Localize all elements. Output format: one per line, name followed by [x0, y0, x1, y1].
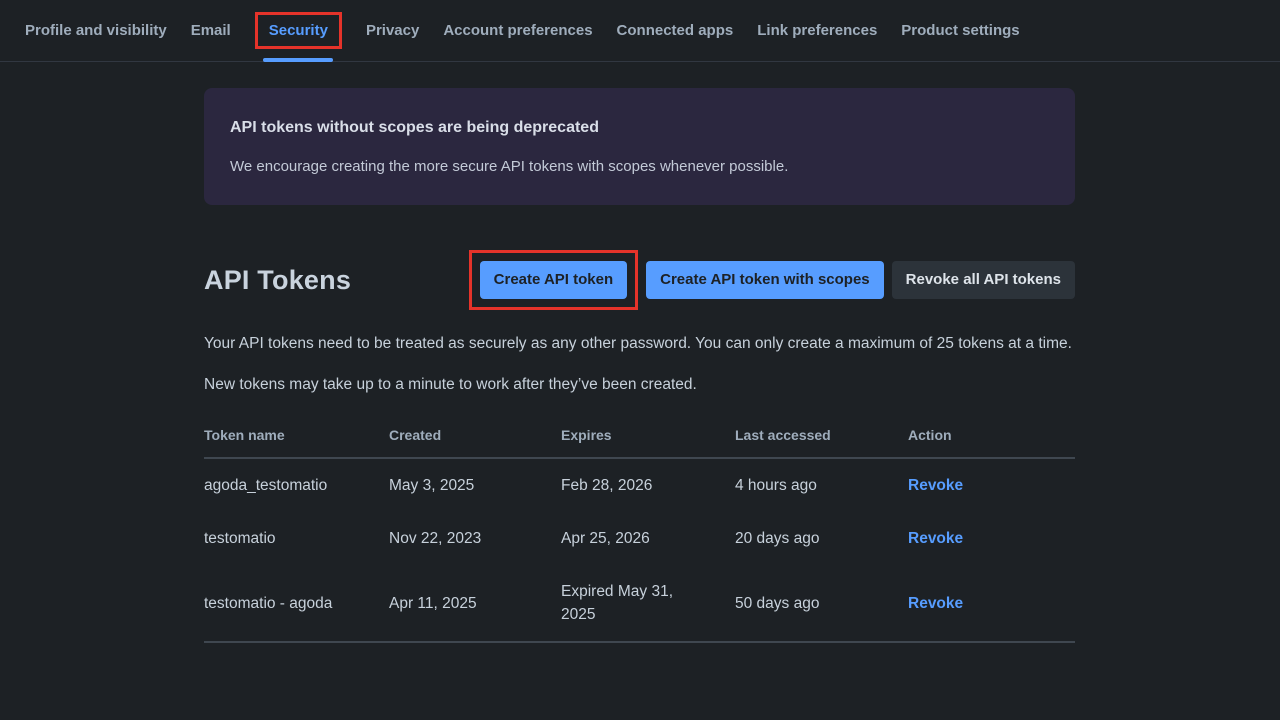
expires-value: Expired May 31, 2025 — [561, 580, 691, 626]
table-row: agoda_testomatio May 3, 2025 Feb 28, 202… — [204, 458, 1075, 512]
annotation-box-security: Security — [255, 12, 342, 49]
page-title: API Tokens — [204, 265, 351, 296]
tab-privacy[interactable]: Privacy — [366, 0, 419, 61]
tab-product-settings[interactable]: Product settings — [901, 0, 1019, 61]
revoke-link[interactable]: Revoke — [908, 530, 963, 547]
column-header-action: Action — [908, 427, 1075, 458]
tab-label: Account preferences — [443, 22, 592, 39]
active-tab-underline — [263, 58, 333, 62]
tab-link-preferences[interactable]: Link preferences — [757, 0, 877, 61]
revoke-link[interactable]: Revoke — [908, 595, 963, 612]
column-header-created: Created — [389, 427, 561, 458]
tab-label: Profile and visibility — [25, 22, 167, 39]
last-accessed-cell: 4 hours ago — [735, 458, 908, 512]
table-header-row: Token name Created Expires Last accessed… — [204, 427, 1075, 458]
expires-cell: Apr 25, 2026 — [561, 512, 735, 565]
tab-label: Email — [191, 22, 231, 39]
revoke-link[interactable]: Revoke — [908, 477, 963, 494]
token-name-cell: testomatio — [204, 512, 389, 565]
tab-label: Connected apps — [617, 22, 734, 39]
api-tokens-description: Your API tokens need to be treated as se… — [204, 332, 1075, 356]
tab-label: Privacy — [366, 22, 419, 39]
created-cell: May 3, 2025 — [389, 458, 561, 512]
create-api-token-with-scopes-button[interactable]: Create API token with scopes — [646, 261, 884, 299]
tab-account-preferences[interactable]: Account preferences — [443, 0, 592, 61]
expires-value: Apr 25, 2026 — [561, 527, 691, 550]
security-settings-content: API tokens without scopes are being depr… — [204, 62, 1075, 643]
expires-cell: Expired May 31, 2025 — [561, 565, 735, 642]
action-cell: Revoke — [908, 565, 1075, 642]
tab-security[interactable]: Security — [255, 0, 342, 61]
tab-profile-and-visibility[interactable]: Profile and visibility — [25, 0, 167, 61]
expires-cell: Feb 28, 2026 — [561, 458, 735, 512]
settings-tab-bar: Profile and visibility Email Security Pr… — [0, 0, 1280, 62]
column-header-expires: Expires — [561, 427, 735, 458]
table-row: testomatio - agoda Apr 11, 2025 Expired … — [204, 565, 1075, 642]
action-cell: Revoke — [908, 512, 1075, 565]
revoke-all-api-tokens-button[interactable]: Revoke all API tokens — [892, 261, 1075, 299]
expires-value: Feb 28, 2026 — [561, 474, 691, 497]
created-cell: Apr 11, 2025 — [389, 565, 561, 642]
api-token-actions: Create API token Create API token with s… — [469, 250, 1075, 310]
tab-label: Link preferences — [757, 22, 877, 39]
token-name-cell: testomatio - agoda — [204, 565, 389, 642]
tab-label: Security — [269, 22, 328, 39]
api-tokens-table: Token name Created Expires Last accessed… — [204, 427, 1075, 643]
banner-title: API tokens without scopes are being depr… — [230, 119, 1049, 137]
tab-label: Product settings — [901, 22, 1019, 39]
api-tokens-header: API Tokens Create API token Create API t… — [204, 250, 1075, 310]
annotation-box-create-api-token: Create API token — [469, 250, 638, 310]
column-header-token-name: Token name — [204, 427, 389, 458]
action-cell: Revoke — [908, 458, 1075, 512]
created-cell: Nov 22, 2023 — [389, 512, 561, 565]
tab-connected-apps[interactable]: Connected apps — [617, 0, 734, 61]
token-name-cell: agoda_testomatio — [204, 458, 389, 512]
last-accessed-cell: 50 days ago — [735, 565, 908, 642]
column-header-last-accessed: Last accessed — [735, 427, 908, 458]
last-accessed-cell: 20 days ago — [735, 512, 908, 565]
deprecation-banner: API tokens without scopes are being depr… — [204, 88, 1075, 205]
table-row: testomatio Nov 22, 2023 Apr 25, 2026 20 … — [204, 512, 1075, 565]
create-api-token-button[interactable]: Create API token — [480, 261, 627, 299]
api-tokens-note: New tokens may take up to a minute to wo… — [204, 373, 1075, 397]
tab-email[interactable]: Email — [191, 0, 231, 61]
banner-message: We encourage creating the more secure AP… — [230, 158, 1049, 175]
